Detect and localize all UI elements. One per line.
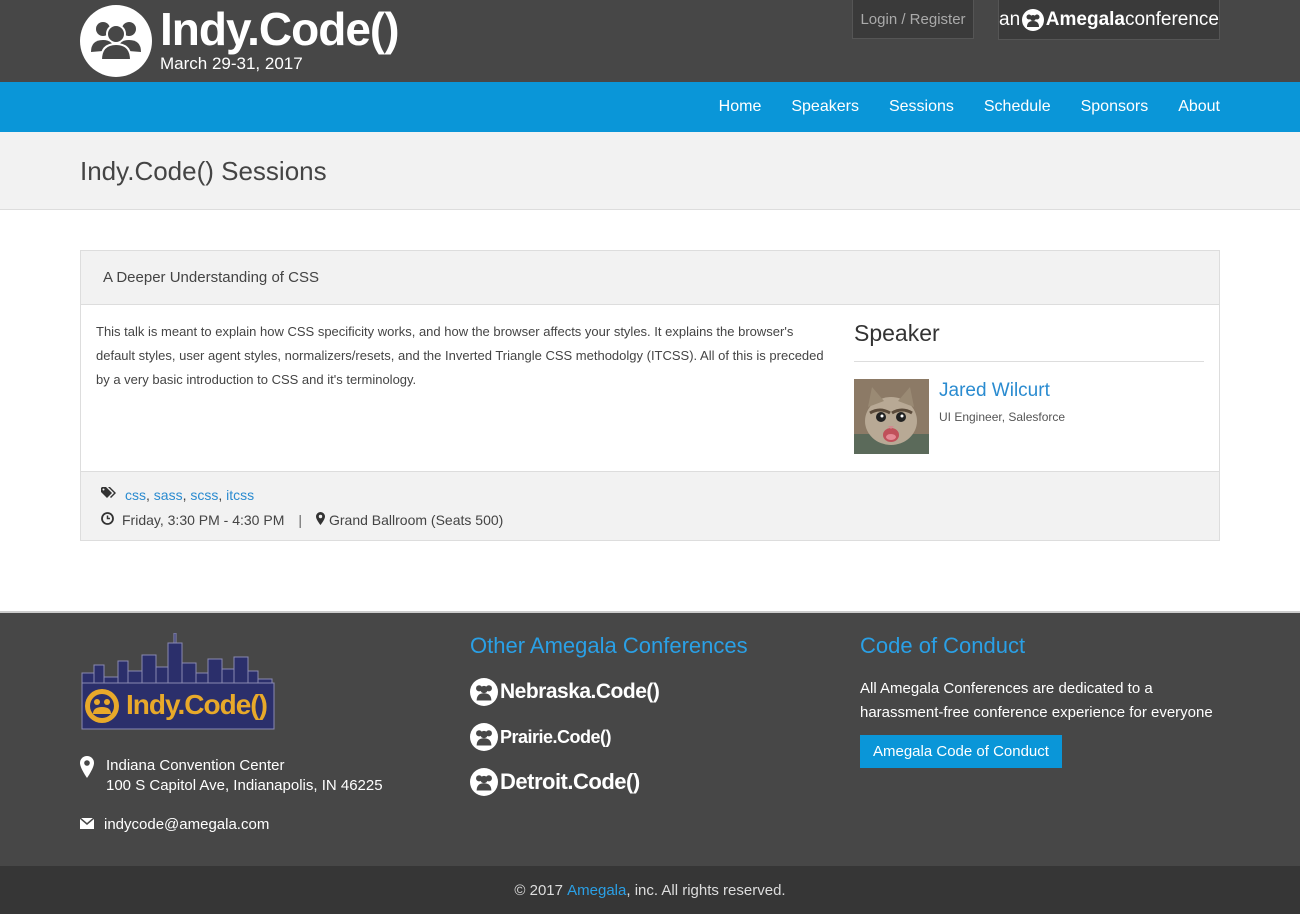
session-title: A Deeper Understanding of CSS <box>81 251 1219 305</box>
nav-about[interactable]: About <box>1178 98 1220 116</box>
footer-logo-text: Indy.Code() <box>126 689 268 720</box>
speaker-job-title: UI Engineer, Salesforce <box>939 410 1066 424</box>
speaker-card: Jared Wilcurt UI Engineer, Salesforce <box>854 379 1204 454</box>
map-marker-icon <box>316 512 325 528</box>
main-nav: Home Speakers Sessions Schedule Sponsors… <box>0 82 1300 132</box>
amegala-link[interactable]: Amegala <box>567 882 626 899</box>
people-logo-icon <box>470 723 498 751</box>
conference-link-prairie[interactable]: Prairie.Code() <box>470 722 830 752</box>
session-description: This talk is meant to explain how CSS sp… <box>96 324 824 387</box>
conference-label: Nebraska.Code() <box>500 680 660 703</box>
email-text: indycode@amegala.com <box>104 816 270 833</box>
badge-prefix: an <box>999 8 1021 30</box>
site-footer: Indy.Code() Indiana Convention Center 10… <box>0 611 1300 866</box>
meta-separator: | <box>298 512 302 528</box>
contact-email[interactable]: indycode@amegala.com <box>79 816 440 833</box>
copyright-prefix: © 2017 <box>514 881 563 899</box>
nav-sessions[interactable]: Sessions <box>889 98 954 116</box>
session-meta: css, sass, scss, itcss Friday, 3:30 PM -… <box>81 471 1219 540</box>
amegala-people-icon <box>1022 8 1044 31</box>
clock-icon <box>101 512 114 528</box>
address-line-1: Indiana Convention Center <box>106 757 285 774</box>
nav-home[interactable]: Home <box>719 98 762 116</box>
badge-brand: Amegala <box>1045 8 1125 30</box>
copyright-bar: © 2017 Amegala, inc. All rights reserved… <box>0 866 1300 914</box>
people-logo-icon <box>470 768 498 796</box>
code-of-conduct-button[interactable]: Amegala Code of Conduct <box>860 735 1062 768</box>
top-bar: Indy.Code() March 29-31, 2017 Login / Re… <box>0 0 1300 82</box>
page-title: Indy.Code() Sessions <box>80 156 327 186</box>
session-panel: A Deeper Understanding of CSS This talk … <box>80 250 1220 541</box>
copyright-suffix: , inc. All rights reserved. <box>626 881 786 899</box>
nav-speakers[interactable]: Speakers <box>791 98 859 116</box>
tag-list: css, sass, scss, itcss <box>101 485 1199 505</box>
speaker-name-link[interactable]: Jared Wilcurt <box>939 379 1065 403</box>
tag-link[interactable]: css <box>125 487 146 503</box>
page-title-bar: Indy.Code() Sessions <box>0 132 1300 210</box>
amegala-conference-badge[interactable]: an Amegala conference <box>998 0 1220 40</box>
tag-link[interactable]: sass <box>154 487 183 503</box>
venue-address: Indiana Convention Center 100 S Capitol … <box>80 756 440 796</box>
conference-link-nebraska[interactable]: Nebraska.Code() <box>470 677 830 707</box>
login-register-button[interactable]: Login / Register <box>852 0 974 39</box>
conference-link-detroit[interactable]: Detroit.Code() <box>470 767 830 797</box>
envelope-icon <box>79 816 95 833</box>
nav-schedule[interactable]: Schedule <box>984 98 1051 116</box>
site-logo[interactable]: Indy.Code() March 29-31, 2017 <box>80 3 400 77</box>
session-room: Grand Ballroom (Seats 500) <box>329 512 504 528</box>
people-logo-icon <box>470 678 498 706</box>
people-logo-icon <box>80 5 152 77</box>
site-title: Indy.Code() <box>160 3 400 55</box>
session-time: Friday, 3:30 PM - 4:30 PM <box>122 512 285 528</box>
code-of-conduct-heading: Code of Conduct <box>860 633 1026 658</box>
tag-link[interactable]: itcss <box>226 487 254 503</box>
nav-sponsors[interactable]: Sponsors <box>1081 98 1149 116</box>
other-conferences-heading: Other Amegala Conferences <box>470 633 748 658</box>
speaker-section: Speaker Jared Wilcurt UI Engineer, Sales… <box>840 320 1204 456</box>
badge-suffix: conference <box>1124 8 1219 30</box>
tags-icon <box>101 487 117 503</box>
code-of-conduct-text: All Amegala Conferences are dedicated to… <box>860 680 1213 721</box>
speaker-avatar[interactable] <box>854 379 929 454</box>
conference-label: Prairie.Code() <box>500 726 612 747</box>
event-date: March 29-31, 2017 <box>160 54 303 73</box>
conference-label: Detroit.Code() <box>500 769 640 794</box>
speaker-heading: Speaker <box>854 320 1204 362</box>
address-line-2: 100 S Capitol Ave, Indianapolis, IN 4622… <box>106 777 383 794</box>
tag-link[interactable]: scss <box>190 487 218 503</box>
map-marker-icon <box>80 756 94 796</box>
